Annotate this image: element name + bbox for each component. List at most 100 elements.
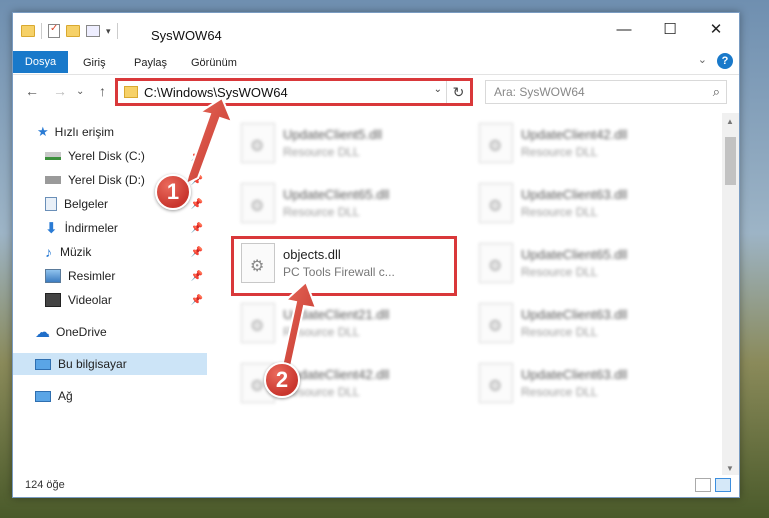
minimize-button[interactable]: — [601, 13, 647, 45]
dll-file-icon [479, 183, 513, 223]
expand-ribbon-icon[interactable]: ⌄ [698, 53, 707, 66]
pin-icon[interactable]: 📌 [191, 271, 203, 282]
search-box[interactable]: ⌕ [485, 80, 727, 104]
tab-giris[interactable]: Giriş [83, 53, 106, 73]
forward-arrow-icon[interactable]: → [53, 83, 67, 99]
sidebar-item-downloads[interactable]: ⬇ İndirmeler 📌 [13, 217, 207, 239]
window-title: SysWOW64 [151, 28, 222, 43]
search-icon[interactable]: ⌕ [713, 84, 720, 100]
sidebar-item-onedrive[interactable]: ☁ OneDrive [13, 321, 207, 343]
file-description: Resource DLL [521, 205, 598, 219]
file-description: Resource DLL [521, 265, 598, 279]
pin-icon[interactable]: 📌 [191, 223, 203, 234]
tab-dosya[interactable]: Dosya [13, 51, 68, 73]
sidebar-item-label: Hızlı erişim [54, 125, 114, 139]
item-count: 124 öğe [25, 479, 65, 491]
details-view-icon[interactable] [695, 478, 711, 492]
sidebar-item-pictures[interactable]: Resimler 📌 [13, 265, 207, 287]
file-tile[interactable]: UpdateClient63.dll Resource DLL [473, 297, 703, 353]
file-name: UpdateClient5.dll [283, 127, 383, 142]
chevron-down-icon[interactable]: ⌄ [434, 84, 442, 95]
view-icon[interactable] [86, 25, 100, 37]
file-name: UpdateClient63.dll [521, 367, 628, 382]
navigation-pane: ★ Hızlı erişim Yerel Disk (C:) 📌 Yerel D… [13, 113, 207, 453]
dll-file-icon [479, 363, 513, 403]
recent-locations-icon[interactable]: ⌄ [76, 86, 84, 97]
pin-icon[interactable]: 📌 [191, 295, 203, 306]
download-icon: ⬇ [45, 220, 58, 237]
dll-file-icon [241, 123, 275, 163]
toolbar-divider [41, 23, 42, 39]
view-switcher [695, 478, 731, 492]
sidebar-item-label: İndirmeler [64, 221, 118, 235]
file-description: Resource DLL [521, 145, 598, 159]
step-2-marker: 2 [264, 362, 300, 398]
scroll-down-icon[interactable]: ▼ [726, 464, 734, 473]
file-description: Resource DLL [521, 385, 598, 399]
refresh-icon[interactable]: ↻ [446, 81, 470, 103]
sidebar-item-network[interactable]: Ağ [13, 385, 207, 407]
title-bar: ▾ SysWOW64 — ☐ ✕ [13, 13, 739, 49]
address-bar[interactable]: C:\Windows\SysWOW64 ⌄ ↻ [117, 80, 471, 104]
drive-icon [45, 152, 61, 160]
up-arrow-icon[interactable]: ↑ [99, 83, 106, 99]
sidebar-item-label: Yerel Disk (C:) [68, 149, 145, 163]
scrollbar-thumb[interactable] [725, 137, 736, 185]
address-path[interactable]: C:\Windows\SysWOW64 [144, 85, 288, 100]
sidebar-item-this-pc[interactable]: Bu bilgisayar [13, 353, 207, 375]
sidebar-item-disk-c[interactable]: Yerel Disk (C:) 📌 [13, 145, 207, 167]
maximize-button[interactable]: ☐ [647, 13, 693, 45]
file-name: UpdateClient21.dll [283, 307, 390, 322]
properties-icon[interactable] [48, 23, 60, 38]
file-tile[interactable]: UpdateClient42.dll Resource DLL [473, 117, 703, 173]
file-tile[interactable]: UpdateClient65.dll Resource DLL [473, 237, 703, 293]
file-view: UpdateClient5.dll Resource DLL UpdateCli… [209, 113, 721, 473]
file-tile[interactable]: UpdateClient5.dll Resource DLL [235, 117, 465, 173]
vertical-scrollbar[interactable]: ▲ ▼ [722, 113, 739, 477]
sidebar-item-quick-access[interactable]: ★ Hızlı erişim [13, 121, 207, 143]
sidebar-item-label: Belgeler [64, 197, 109, 211]
back-arrow-icon[interactable]: ← [25, 83, 39, 99]
new-folder-icon[interactable] [66, 25, 80, 37]
file-tile-objects-dll[interactable]: objects.dll PC Tools Firewall c... [235, 237, 465, 293]
tab-gorunum[interactable]: Görünüm [191, 53, 237, 73]
file-tile[interactable]: UpdateClient21.dll Resource DLL [235, 297, 465, 353]
sidebar-item-music[interactable]: ♪ Müzik 📌 [13, 241, 207, 263]
file-tile[interactable]: UpdateClient63.dll Resource DLL [473, 177, 703, 233]
file-tile[interactable]: UpdateClient63.dll Resource DLL [473, 357, 703, 413]
folder-icon [124, 86, 138, 98]
tiles-view-icon[interactable] [715, 478, 731, 492]
window-controls: — ☐ ✕ [601, 13, 739, 45]
pin-icon[interactable]: 📌 [191, 247, 203, 258]
sidebar-item-label: Resimler [68, 269, 116, 283]
pin-icon[interactable]: 📌 [191, 199, 203, 210]
scroll-up-icon[interactable]: ▲ [726, 117, 734, 126]
sidebar-item-label: Bu bilgisayar [58, 357, 127, 371]
cloud-icon: ☁ [35, 324, 50, 341]
explorer-window: ▾ SysWOW64 — ☐ ✕ Dosya Giriş Paylaş Görü… [12, 12, 740, 498]
file-tile[interactable]: UpdateClient65.dll Resource DLL [235, 177, 465, 233]
sidebar-item-label: Müzik [60, 245, 92, 259]
sidebar-item-videos[interactable]: Videolar 📌 [13, 289, 207, 311]
close-button[interactable]: ✕ [693, 13, 739, 45]
file-name: UpdateClient42.dll [521, 127, 628, 142]
file-description: Resource DLL [521, 325, 598, 339]
music-icon: ♪ [45, 244, 52, 260]
tab-paylas[interactable]: Paylaş [134, 53, 167, 73]
pictures-icon [45, 269, 61, 283]
drive-icon [45, 176, 61, 184]
navigation-bar: ← → ⌄ ↑ C:\Windows\SysWOW64 ⌄ ↻ ⌕ [13, 77, 739, 107]
help-icon[interactable]: ? [717, 53, 733, 69]
file-description: Resource DLL [283, 145, 360, 159]
dll-file-icon [241, 183, 275, 223]
search-input[interactable] [486, 81, 686, 103]
documents-icon [45, 197, 57, 211]
file-name: UpdateClient65.dll [283, 187, 390, 202]
pin-icon[interactable]: 📌 [191, 175, 203, 186]
dll-file-icon [479, 123, 513, 163]
network-icon [35, 390, 51, 402]
customize-toolbar-icon[interactable]: ▾ [106, 26, 111, 37]
pin-icon[interactable]: 📌 [191, 151, 203, 162]
status-bar: 124 öğe [13, 475, 739, 497]
step-1-marker: 1 [155, 174, 191, 210]
